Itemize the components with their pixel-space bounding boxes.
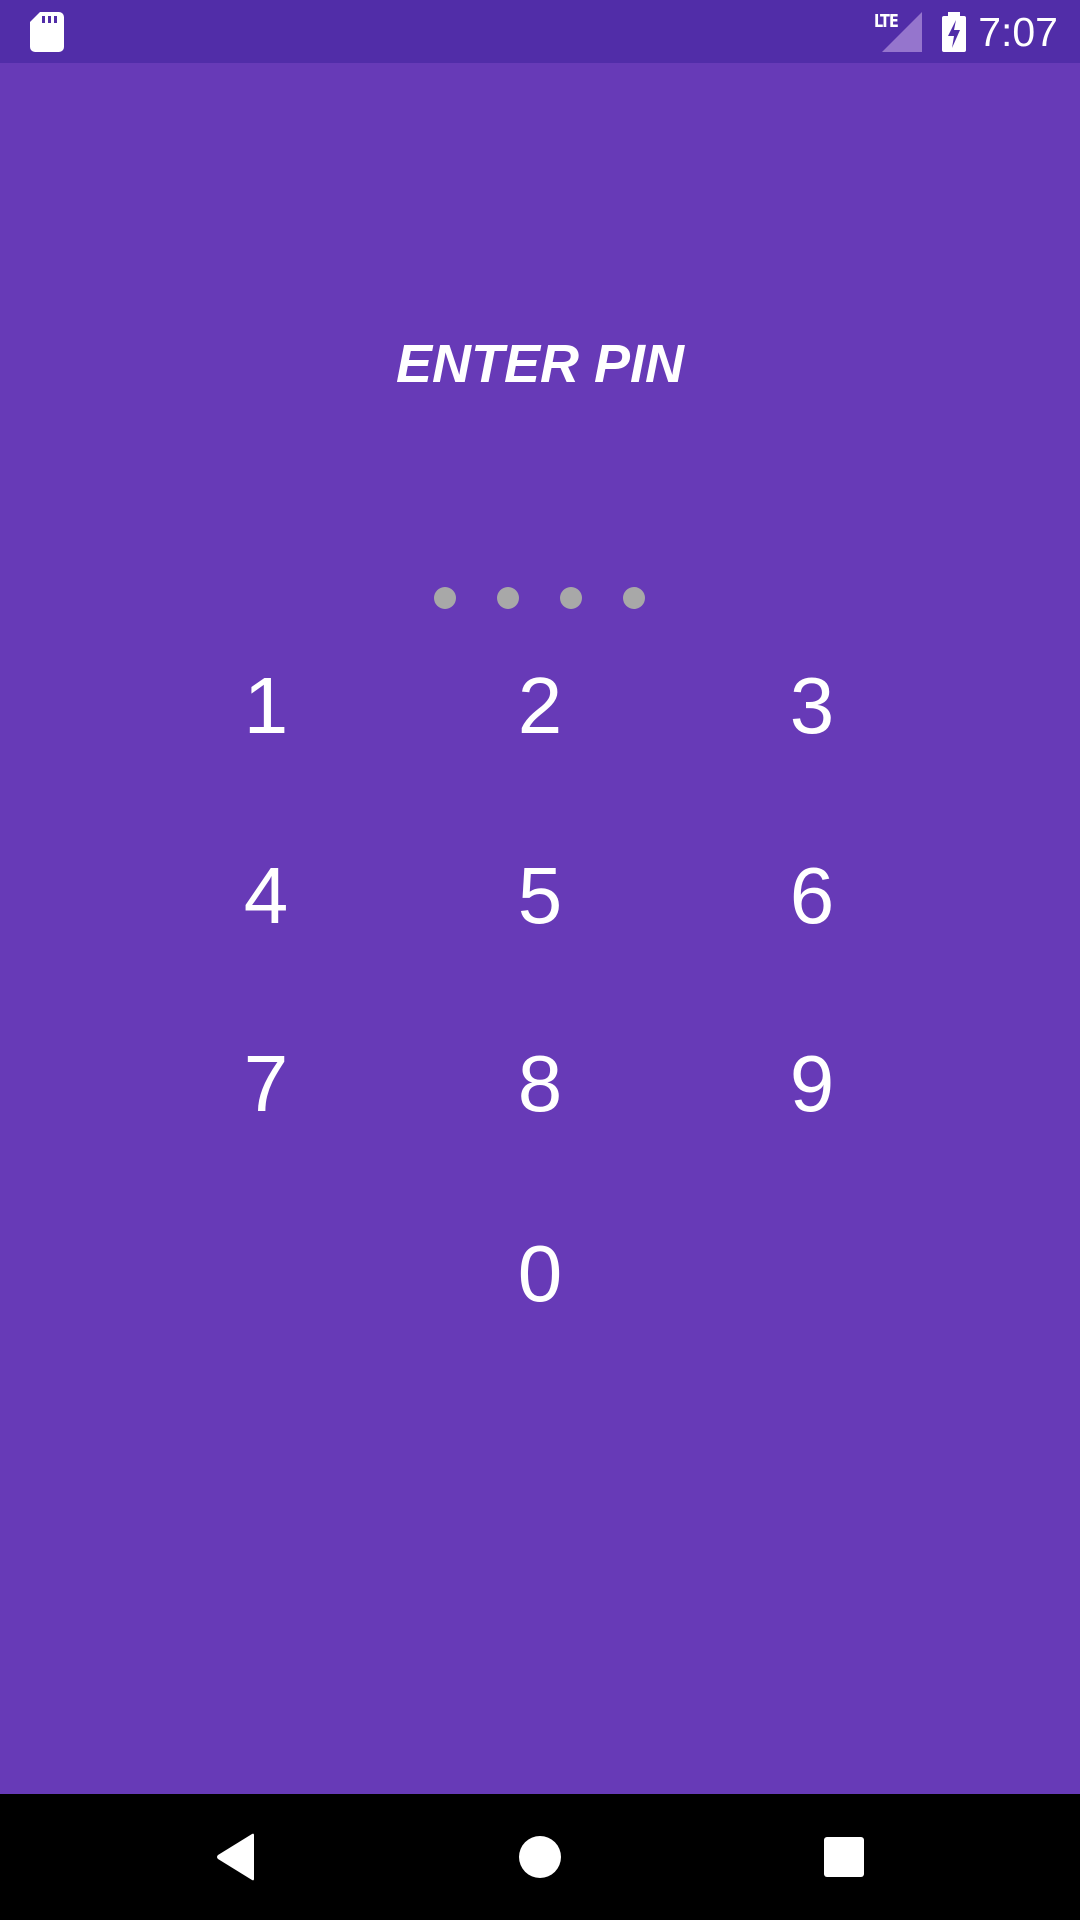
back-icon xyxy=(217,1833,254,1881)
recents-icon xyxy=(824,1837,864,1877)
navigation-bar xyxy=(0,1794,1080,1920)
key-9[interactable]: 9 xyxy=(712,1009,912,1159)
key-5[interactable]: 5 xyxy=(440,821,640,971)
key-2[interactable]: 2 xyxy=(440,631,640,781)
home-icon xyxy=(519,1836,561,1878)
pin-keypad: 1 2 3 4 5 6 7 8 9 0 xyxy=(0,0,1080,1400)
back-button[interactable] xyxy=(186,1807,286,1907)
key-4[interactable]: 4 xyxy=(166,821,366,971)
recents-button[interactable] xyxy=(794,1807,894,1907)
key-3[interactable]: 3 xyxy=(712,631,912,781)
key-1[interactable]: 1 xyxy=(166,631,366,781)
key-0[interactable]: 0 xyxy=(440,1199,640,1349)
key-6[interactable]: 6 xyxy=(712,821,912,971)
key-7[interactable]: 7 xyxy=(166,1009,366,1159)
key-8[interactable]: 8 xyxy=(440,1009,640,1159)
home-button[interactable] xyxy=(490,1807,590,1907)
